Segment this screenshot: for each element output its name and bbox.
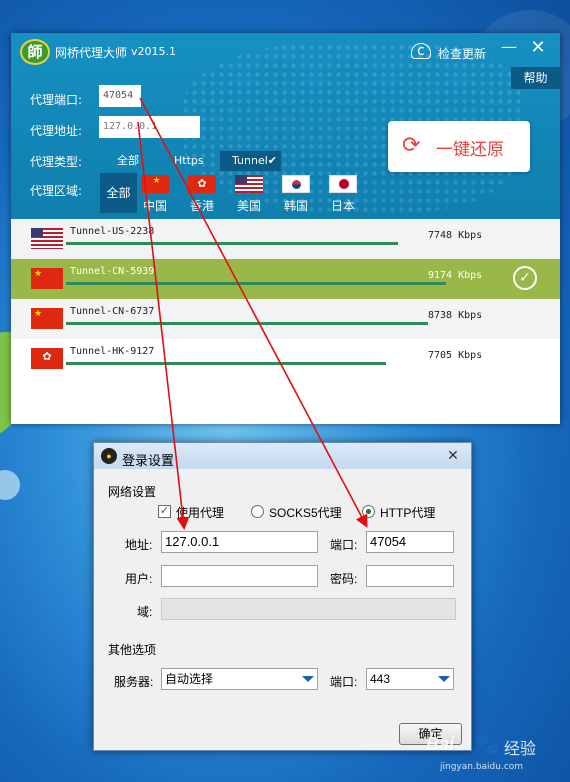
tunnel-name: Tunnel-CN-6737 bbox=[70, 306, 155, 317]
watermark-brand: Bai bbox=[426, 734, 455, 754]
tunnel-speed: 7748 Kbps bbox=[428, 230, 483, 241]
server-port-value: 443 bbox=[370, 672, 391, 686]
tunnel-row[interactable]: ★ Tunnel-CN-6737 8738 Kbps bbox=[11, 299, 560, 339]
type-option-tunnel-label: Tunnel bbox=[232, 154, 268, 167]
tunnel-speed: 8738 Kbps bbox=[428, 310, 483, 321]
server-label: 服务器: bbox=[114, 675, 154, 689]
dialog-title-bar: ● 登录设置 ✕ bbox=[94, 443, 471, 469]
baidu-paw-icon: 🐾 bbox=[474, 732, 500, 756]
region-option-all[interactable]: 全部 bbox=[100, 173, 137, 213]
minimize-button[interactable]: — bbox=[498, 37, 520, 59]
tunnel-row[interactable]: Tunnel-US-2238 7748 Kbps bbox=[11, 219, 560, 259]
tunnel-name: Tunnel-CN-5939 bbox=[70, 266, 155, 277]
tunnel-name: Tunnel-US-2238 bbox=[70, 226, 155, 237]
use-proxy-label: 使用代理 bbox=[176, 506, 225, 520]
tunnel-row[interactable]: ✿ Tunnel-HK-9127 7705 Kbps bbox=[11, 339, 560, 379]
use-proxy-checkbox[interactable]: ✓ bbox=[158, 505, 171, 518]
socks5-label: SOCKS5代理 bbox=[269, 506, 342, 520]
cn-flag-icon: ★ bbox=[141, 175, 169, 193]
password-field[interactable] bbox=[366, 565, 454, 587]
baidu-watermark: Bai 🐾 经验 jingyan.baidu.com bbox=[420, 720, 560, 778]
dialog-close-icon[interactable]: ✕ bbox=[439, 445, 467, 465]
us-flag-icon bbox=[235, 175, 263, 193]
network-section-title: 网络设置 bbox=[108, 485, 157, 499]
desktop-bubble-decoration bbox=[0, 470, 20, 500]
tunnel-list: Tunnel-US-2238 7748 Kbps ★ Tunnel-CN-593… bbox=[11, 219, 560, 379]
tunnel-speed-bar bbox=[66, 362, 386, 365]
help-button[interactable]: 帮助 bbox=[511, 67, 560, 89]
kr-flag-icon bbox=[282, 175, 310, 193]
region-korea-label: 韩国 bbox=[283, 199, 308, 213]
app-header-panel: 師 网桥代理大师 v2015.1 c 检查更新 — ✕ 帮助 代理端口: 470… bbox=[11, 33, 560, 219]
tunnel-speed-bar bbox=[66, 282, 446, 285]
proxy-address-field[interactable]: 127.0.0.1 bbox=[99, 116, 200, 138]
http-label: HTTP代理 bbox=[380, 506, 436, 520]
user-field[interactable] bbox=[161, 565, 318, 587]
tunnel-row[interactable]: ★ Tunnel-CN-5939 9174 Kbps ✓ bbox=[11, 259, 560, 299]
tunnel-speed: 7705 Kbps bbox=[428, 350, 483, 361]
tunnel-speed: 9174 Kbps bbox=[428, 270, 483, 281]
address-label: 代理地址: bbox=[30, 124, 83, 138]
dropdown-arrow-icon bbox=[438, 676, 450, 682]
cn-flag-icon: ★ bbox=[31, 308, 63, 329]
password-label: 密码: bbox=[330, 572, 358, 586]
type-label: 代理类型: bbox=[30, 155, 83, 169]
app-logo-icon: 師 bbox=[20, 39, 50, 65]
restore-button[interactable]: ⟳ 一键还原 bbox=[388, 121, 530, 172]
region-option-korea[interactable]: 韩国 bbox=[279, 175, 313, 214]
app-title: 网桥代理大师 bbox=[55, 46, 128, 60]
us-flag-icon bbox=[31, 228, 63, 249]
address-label: 地址: bbox=[125, 538, 153, 552]
region-option-hongkong[interactable]: ✿ 香港 bbox=[185, 175, 219, 214]
http-radio[interactable] bbox=[362, 505, 375, 518]
port-label: 代理端口: bbox=[30, 93, 83, 107]
region-option-china[interactable]: ★ 中国 bbox=[138, 175, 172, 214]
jp-flag-icon bbox=[329, 175, 357, 193]
close-icon[interactable]: ✕ bbox=[527, 37, 549, 59]
domain-label: 域: bbox=[137, 605, 153, 619]
watermark-brand-suffix: 经验 bbox=[504, 739, 537, 758]
type-option-tunnel[interactable]: Tunnel✔ bbox=[220, 151, 282, 171]
server-select-value: 自动选择 bbox=[165, 672, 214, 686]
tunnel-name: Tunnel-HK-9127 bbox=[70, 346, 155, 357]
dropdown-arrow-icon bbox=[302, 676, 314, 682]
tunnel-speed-bar bbox=[66, 242, 398, 245]
refresh-icon: ⟳ bbox=[402, 133, 421, 158]
type-option-https[interactable]: Https bbox=[174, 151, 204, 171]
region-china-label: 中国 bbox=[142, 199, 167, 213]
tunnel-speed-bar bbox=[66, 322, 428, 325]
dialog-title: 登录设置 bbox=[122, 453, 175, 468]
address-field[interactable]: 127.0.0.1 bbox=[161, 531, 318, 553]
port-label: 端口: bbox=[330, 538, 358, 552]
port-field[interactable]: 47054 bbox=[366, 531, 454, 553]
hk-flag-icon: ✿ bbox=[188, 175, 216, 193]
watermark-url: jingyan.baidu.com bbox=[440, 762, 524, 772]
login-settings-dialog: ● 登录设置 ✕ 网络设置 ✓ 使用代理 SOCKS5代理 HTTP代理 地址:… bbox=[93, 442, 472, 751]
region-option-usa[interactable]: 美国 bbox=[232, 175, 266, 214]
domain-field bbox=[161, 598, 456, 620]
region-label: 代理区域: bbox=[30, 184, 83, 198]
type-option-all[interactable]: 全部 bbox=[117, 151, 139, 171]
region-usa-label: 美国 bbox=[236, 199, 261, 213]
cn-flag-icon: ★ bbox=[31, 268, 63, 289]
server-select[interactable]: 自动选择 bbox=[161, 668, 318, 690]
cloud-update-icon[interactable]: c bbox=[411, 43, 431, 59]
proxy-app-window: 師 网桥代理大师 v2015.1 c 检查更新 — ✕ 帮助 代理端口: 470… bbox=[11, 33, 560, 424]
user-label: 用户: bbox=[125, 572, 153, 586]
socks5-radio[interactable] bbox=[251, 505, 264, 518]
proxy-port-field[interactable]: 47054 bbox=[99, 85, 141, 107]
penguin-icon: ● bbox=[101, 448, 117, 464]
server-port-label: 端口: bbox=[330, 675, 358, 689]
app-version: v2015.1 bbox=[131, 45, 176, 58]
check-update-link[interactable]: 检查更新 bbox=[438, 45, 486, 62]
server-port-select[interactable]: 443 bbox=[366, 668, 454, 690]
checkmark-icon: ✔ bbox=[267, 154, 278, 167]
selected-check-icon: ✓ bbox=[513, 266, 537, 290]
hk-flag-icon: ✿ bbox=[31, 348, 63, 369]
region-hongkong-label: 香港 bbox=[189, 199, 214, 213]
restore-button-label: 一键还原 bbox=[436, 140, 504, 160]
region-japan-label: 日本 bbox=[330, 199, 355, 213]
region-option-japan[interactable]: 日本 bbox=[326, 175, 360, 214]
other-section-title: 其他选项 bbox=[108, 643, 157, 657]
